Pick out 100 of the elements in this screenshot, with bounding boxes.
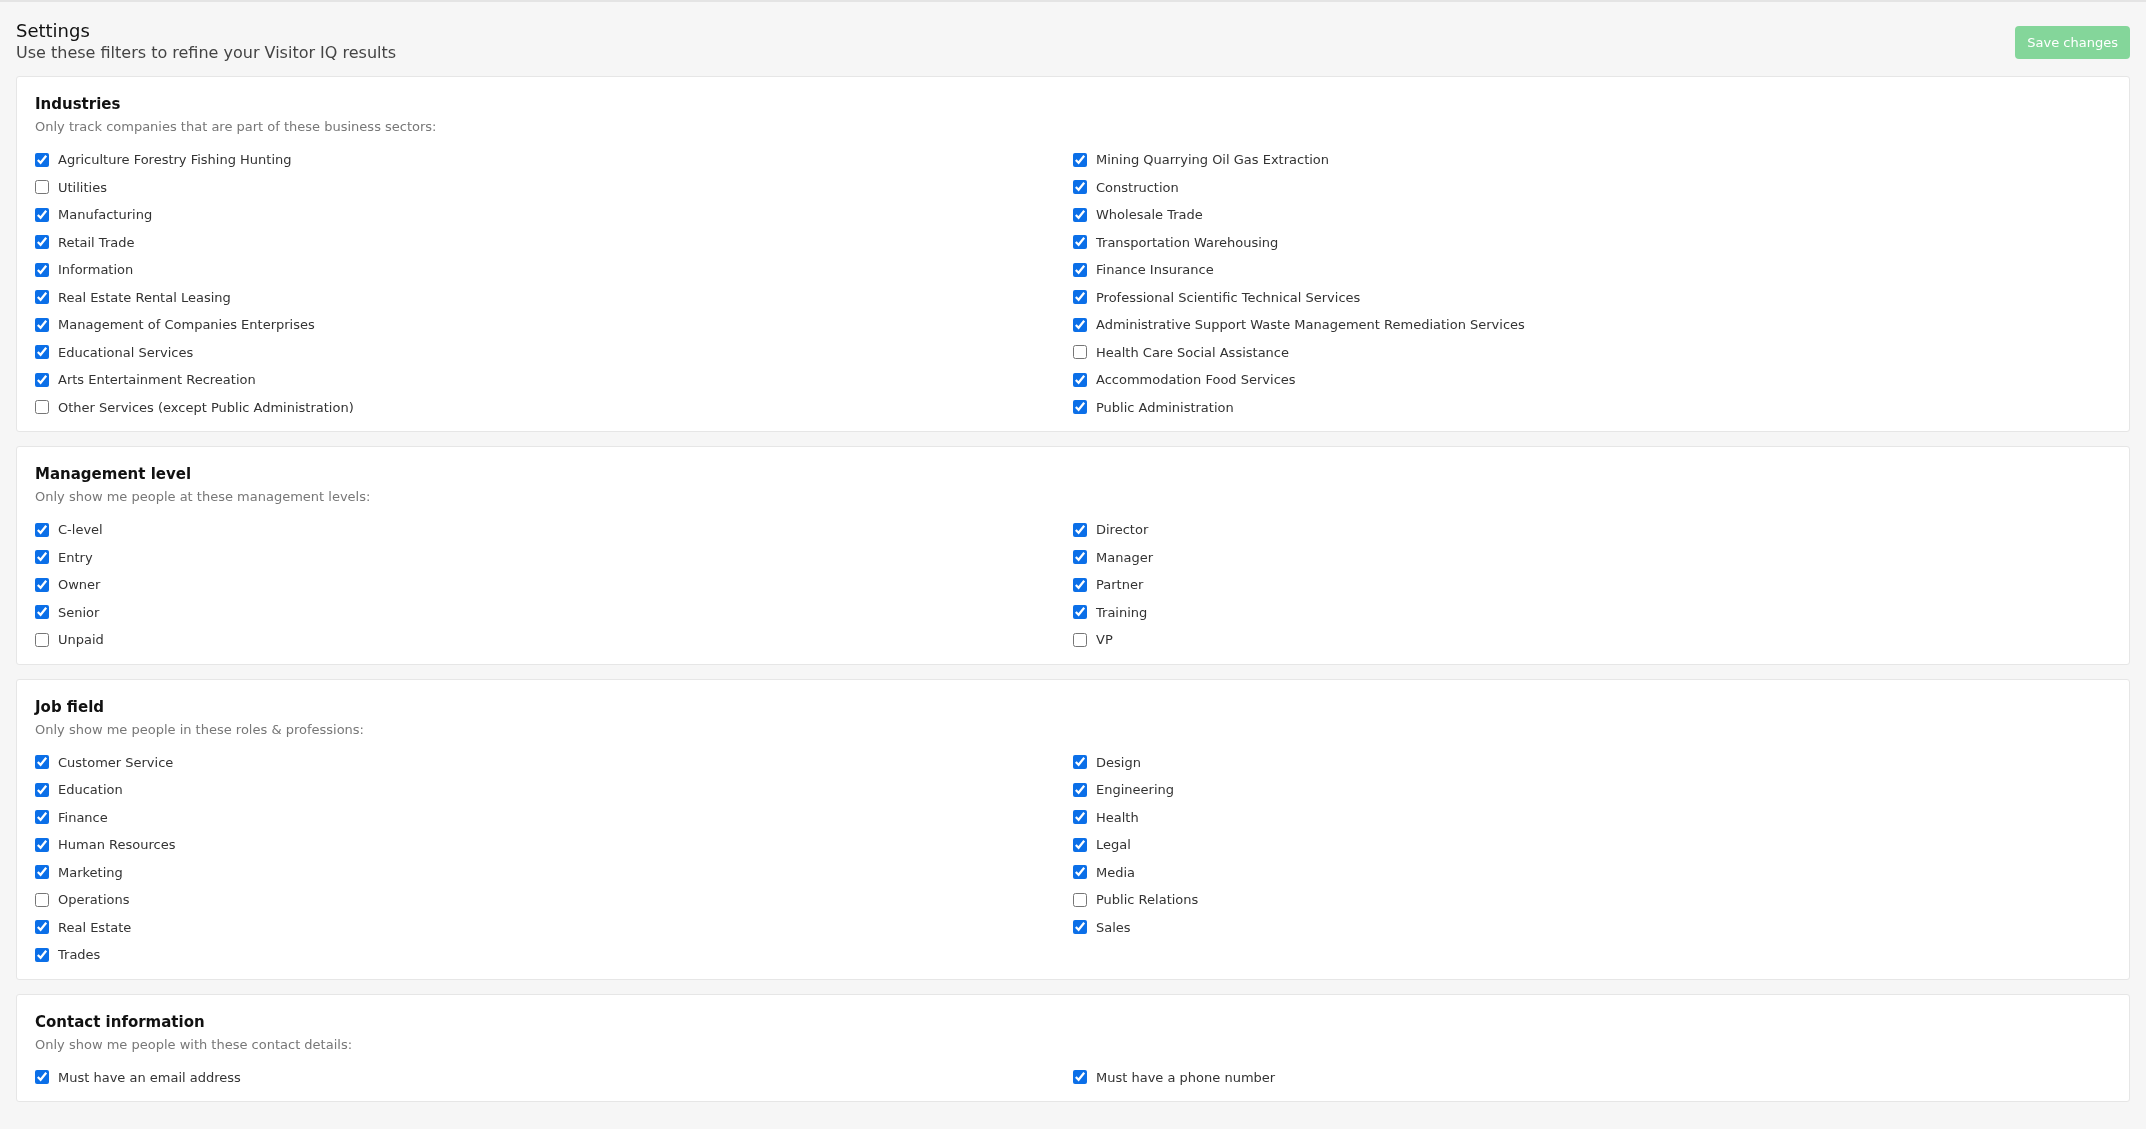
checkbox[interactable] <box>35 317 49 332</box>
checkbox-label[interactable]: Customer Service <box>58 754 174 770</box>
checkbox[interactable] <box>1073 152 1087 167</box>
checkbox-label[interactable]: Arts Entertainment Recreation <box>58 372 256 388</box>
checkbox-label[interactable]: Health <box>1096 809 1139 825</box>
checkbox[interactable] <box>1073 400 1087 415</box>
checkbox-label[interactable]: Construction <box>1096 179 1179 195</box>
checkbox-label[interactable]: Must have a phone number <box>1096 1069 1276 1085</box>
checkbox[interactable] <box>35 782 49 797</box>
checkbox[interactable] <box>1073 632 1087 647</box>
checkbox-label[interactable]: Partner <box>1096 577 1144 593</box>
checkbox-label[interactable]: Accommodation Food Services <box>1096 372 1296 388</box>
checkbox[interactable] <box>1073 1070 1087 1085</box>
checkbox[interactable] <box>35 400 49 415</box>
checkbox[interactable] <box>1073 372 1087 387</box>
checkbox-label[interactable]: Sales <box>1096 919 1131 935</box>
section-description: Only show me people at these management levels: <box>35 489 371 504</box>
checkbox[interactable] <box>35 892 49 907</box>
checkbox-label[interactable]: Owner <box>58 577 101 593</box>
checkbox-label[interactable]: Transportation Warehousing <box>1096 234 1279 250</box>
checkbox-label[interactable]: Health Care Social Assistance <box>1096 344 1289 360</box>
checkbox[interactable] <box>1073 522 1087 537</box>
checkbox[interactable] <box>35 865 49 880</box>
checkbox-label[interactable]: Legal <box>1096 837 1131 853</box>
checkbox-label[interactable]: Engineering <box>1096 782 1174 798</box>
checkbox[interactable] <box>1073 577 1087 592</box>
checkbox-label[interactable]: Educational Services <box>58 344 194 360</box>
checkbox-label[interactable]: Agriculture Forestry Fishing Hunting <box>58 152 292 168</box>
checkbox-label[interactable]: Public Relations <box>1096 892 1199 908</box>
checkbox-label[interactable]: Utilities <box>58 179 107 195</box>
checkbox[interactable] <box>35 947 49 962</box>
checkbox[interactable] <box>1073 810 1087 825</box>
checkbox-label[interactable]: Information <box>58 262 134 278</box>
checkbox[interactable] <box>1073 837 1087 852</box>
checkbox-label[interactable]: Human Resources <box>58 837 176 853</box>
checkbox-label[interactable]: Finance Insurance <box>1096 262 1214 278</box>
checkbox-label[interactable]: Entry <box>58 549 93 565</box>
checkbox[interactable] <box>1073 207 1087 222</box>
checkbox-label[interactable]: Manager <box>1096 549 1153 565</box>
checkbox[interactable] <box>35 837 49 852</box>
checkbox[interactable] <box>35 372 49 387</box>
checkbox[interactable] <box>1073 180 1087 195</box>
checkbox[interactable] <box>35 235 49 250</box>
checkbox-label[interactable]: Mining Quarrying Oil Gas Extraction <box>1096 152 1330 168</box>
checkbox-label[interactable]: Operations <box>58 892 130 908</box>
checkbox[interactable] <box>1073 262 1087 277</box>
checkbox[interactable] <box>1073 317 1087 332</box>
checkbox[interactable] <box>1073 920 1087 935</box>
checkbox-label[interactable]: Retail Trade <box>58 234 135 250</box>
checkbox-label[interactable]: Manufacturing <box>58 207 153 223</box>
checkbox[interactable] <box>1073 290 1087 305</box>
page-title: Settings <box>16 20 91 41</box>
checkbox-label[interactable]: C-level <box>58 522 103 538</box>
checkbox[interactable] <box>35 1070 49 1085</box>
checkbox[interactable] <box>1073 345 1087 360</box>
checkbox[interactable] <box>35 632 49 647</box>
checkbox[interactable] <box>35 290 49 305</box>
checkbox[interactable] <box>1073 605 1087 620</box>
checkbox[interactable] <box>1073 755 1087 770</box>
checkbox-label[interactable]: Public Administration <box>1096 399 1234 415</box>
checkbox-label[interactable]: Real Estate Rental Leasing <box>58 289 231 305</box>
checkbox-label[interactable]: Other Services (except Public Administration) <box>58 399 354 415</box>
section-title: Industries <box>35 95 122 113</box>
checkbox-label[interactable]: Finance <box>58 809 108 825</box>
section-title: Job field <box>35 697 106 716</box>
checkbox[interactable] <box>35 605 49 620</box>
checkbox[interactable] <box>35 180 49 195</box>
checkbox-label[interactable]: Must have an email address <box>58 1069 241 1085</box>
page-subtitle: Use these filters to refine your Visitor IQ results <box>16 43 397 62</box>
checkbox-label[interactable]: Senior <box>58 604 100 620</box>
checkbox-label[interactable]: Director <box>1096 522 1149 538</box>
section-description: Only track companies that are part of these business sectors: <box>35 119 437 134</box>
checkbox[interactable] <box>1073 892 1087 907</box>
checkbox-label[interactable]: Trades <box>58 947 101 963</box>
checkbox[interactable] <box>35 577 49 592</box>
checkbox[interactable] <box>35 810 49 825</box>
checkbox-label[interactable]: Wholesale Trade <box>1096 207 1203 223</box>
checkbox[interactable] <box>1073 865 1087 880</box>
checkbox[interactable] <box>35 550 49 565</box>
checkbox[interactable] <box>1073 782 1087 797</box>
checkbox-label[interactable]: VP <box>1096 632 1113 648</box>
checkbox-label[interactable]: Management of Companies Enterprises <box>58 317 315 333</box>
checkbox[interactable] <box>35 920 49 935</box>
checkbox[interactable] <box>1073 235 1087 250</box>
checkbox[interactable] <box>35 262 49 277</box>
checkbox-label[interactable]: Marketing <box>58 864 123 880</box>
checkbox[interactable] <box>35 152 49 167</box>
checkbox-label[interactable]: Design <box>1096 754 1141 770</box>
checkbox[interactable] <box>35 522 49 537</box>
checkbox-label[interactable]: Media <box>1096 864 1136 880</box>
checkbox[interactable] <box>1073 550 1087 565</box>
checkbox[interactable] <box>35 207 49 222</box>
checkbox-label[interactable]: Education <box>58 782 123 798</box>
checkbox[interactable] <box>35 345 49 360</box>
checkbox-label[interactable]: Unpaid <box>58 632 104 648</box>
checkbox-label[interactable]: Administrative Support Waste Management Remediation Services <box>1096 317 1525 333</box>
checkbox[interactable] <box>35 755 49 770</box>
checkbox-label[interactable]: Training <box>1096 604 1148 620</box>
checkbox-label[interactable]: Professional Scientific Technical Services <box>1096 289 1361 305</box>
checkbox-label[interactable]: Real Estate <box>58 919 132 935</box>
